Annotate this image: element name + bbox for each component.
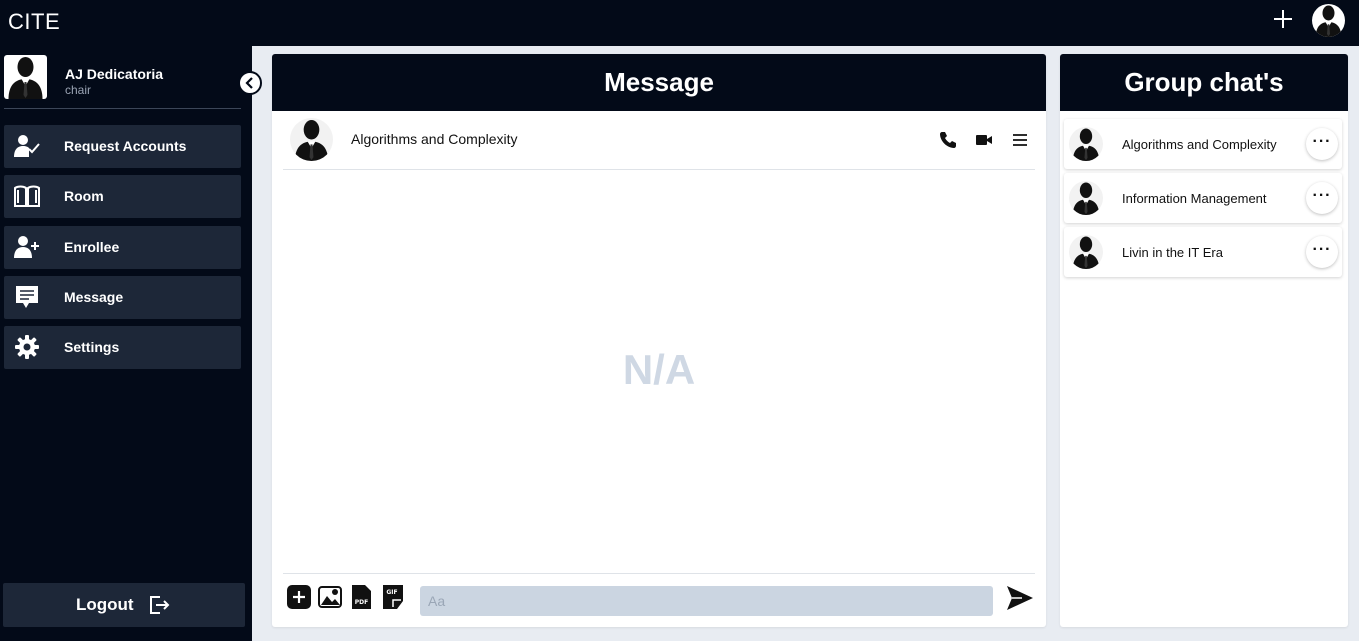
user-role: chair bbox=[65, 83, 92, 97]
group-name: Algorithms and Complexity bbox=[1122, 137, 1277, 152]
gear-icon bbox=[15, 335, 39, 359]
group-name: Livin in the IT Era bbox=[1122, 245, 1223, 260]
message-panel-title: Message bbox=[604, 67, 714, 97]
sidebar-item-label: Settings bbox=[64, 339, 120, 355]
sidebar-item-label: Message bbox=[64, 289, 124, 305]
video-call-icon[interactable] bbox=[975, 131, 993, 149]
sidebar-item-message[interactable]: Message bbox=[4, 276, 241, 319]
active-chat-name: Algorithms and Complexity bbox=[351, 131, 518, 147]
more-options-button[interactable]: ··· bbox=[1306, 236, 1338, 268]
sidebar-item-enrollee[interactable]: Enrollee bbox=[4, 226, 241, 269]
message-panel: Message Algorithms and Complexity N/A PD… bbox=[272, 54, 1046, 627]
chat-header: Algorithms and Complexity bbox=[283, 111, 1035, 170]
group-chat-item[interactable]: Livin in the IT Era ··· bbox=[1064, 227, 1342, 277]
user-plus-icon bbox=[14, 236, 39, 258]
phone-icon[interactable] bbox=[939, 131, 957, 149]
sidebar-item-room[interactable]: Room bbox=[4, 175, 241, 218]
group-chats-header: Group chat's bbox=[1060, 54, 1348, 111]
more-icon: ··· bbox=[1312, 133, 1332, 150]
group-chats-title: Group chat's bbox=[1124, 67, 1284, 97]
sidebar-item-label: Room bbox=[64, 188, 104, 204]
empty-chat-placeholder: N/A bbox=[622, 346, 696, 393]
message-input[interactable] bbox=[420, 586, 993, 616]
more-icon: ··· bbox=[1312, 241, 1332, 258]
book-open-icon bbox=[14, 185, 40, 207]
chat-bubble-icon bbox=[16, 286, 38, 308]
group-chat-item[interactable]: Algorithms and Complexity ··· bbox=[1064, 119, 1342, 169]
logout-button[interactable]: Logout bbox=[3, 583, 245, 627]
add-icon[interactable] bbox=[1270, 6, 1296, 32]
svg-text:GIF: GIF bbox=[386, 589, 397, 596]
sidebar-item-settings[interactable]: Settings bbox=[4, 326, 241, 369]
group-avatar bbox=[1069, 235, 1103, 269]
collapse-sidebar-button[interactable] bbox=[238, 71, 262, 95]
message-panel-header: Message bbox=[272, 54, 1046, 111]
logout-label: Logout bbox=[76, 595, 134, 614]
profile-avatar[interactable] bbox=[1312, 4, 1345, 37]
user-profile: AJ Dedicatoria chair bbox=[4, 55, 241, 109]
send-icon[interactable] bbox=[1006, 584, 1034, 612]
user-check-icon bbox=[14, 135, 40, 157]
chat-avatar bbox=[290, 118, 333, 161]
sidebar: AJ Dedicatoria chair Request Accounts Ro… bbox=[0, 46, 252, 641]
add-attachment-icon[interactable] bbox=[287, 585, 311, 609]
top-bar: CITE bbox=[0, 0, 1359, 46]
sidebar-item-label: Enrollee bbox=[64, 239, 120, 255]
group-name: Information Management bbox=[1122, 191, 1267, 206]
more-options-button[interactable]: ··· bbox=[1306, 128, 1338, 160]
group-avatar bbox=[1069, 181, 1103, 215]
sidebar-item-request-accounts[interactable]: Request Accounts bbox=[4, 125, 241, 168]
message-composer: PDF GIF bbox=[283, 573, 1035, 627]
svg-text:PDF: PDF bbox=[355, 599, 368, 606]
app-brand: CITE bbox=[8, 9, 61, 34]
user-avatar bbox=[4, 55, 47, 99]
pdf-file-icon[interactable]: PDF bbox=[349, 585, 373, 609]
group-chat-item[interactable]: Information Management ··· bbox=[1064, 173, 1342, 223]
group-chats-panel: Group chat's Algorithms and Complexity ·… bbox=[1060, 54, 1348, 627]
gif-icon[interactable]: GIF bbox=[381, 585, 405, 609]
chevron-left-icon bbox=[245, 77, 253, 89]
user-name: AJ Dedicatoria bbox=[65, 66, 164, 82]
menu-icon[interactable] bbox=[1011, 131, 1029, 149]
more-icon: ··· bbox=[1312, 187, 1332, 204]
sidebar-item-label: Request Accounts bbox=[64, 138, 187, 154]
image-icon[interactable] bbox=[318, 585, 342, 609]
group-avatar bbox=[1069, 127, 1103, 161]
logout-icon bbox=[150, 596, 170, 614]
more-options-button[interactable]: ··· bbox=[1306, 182, 1338, 214]
